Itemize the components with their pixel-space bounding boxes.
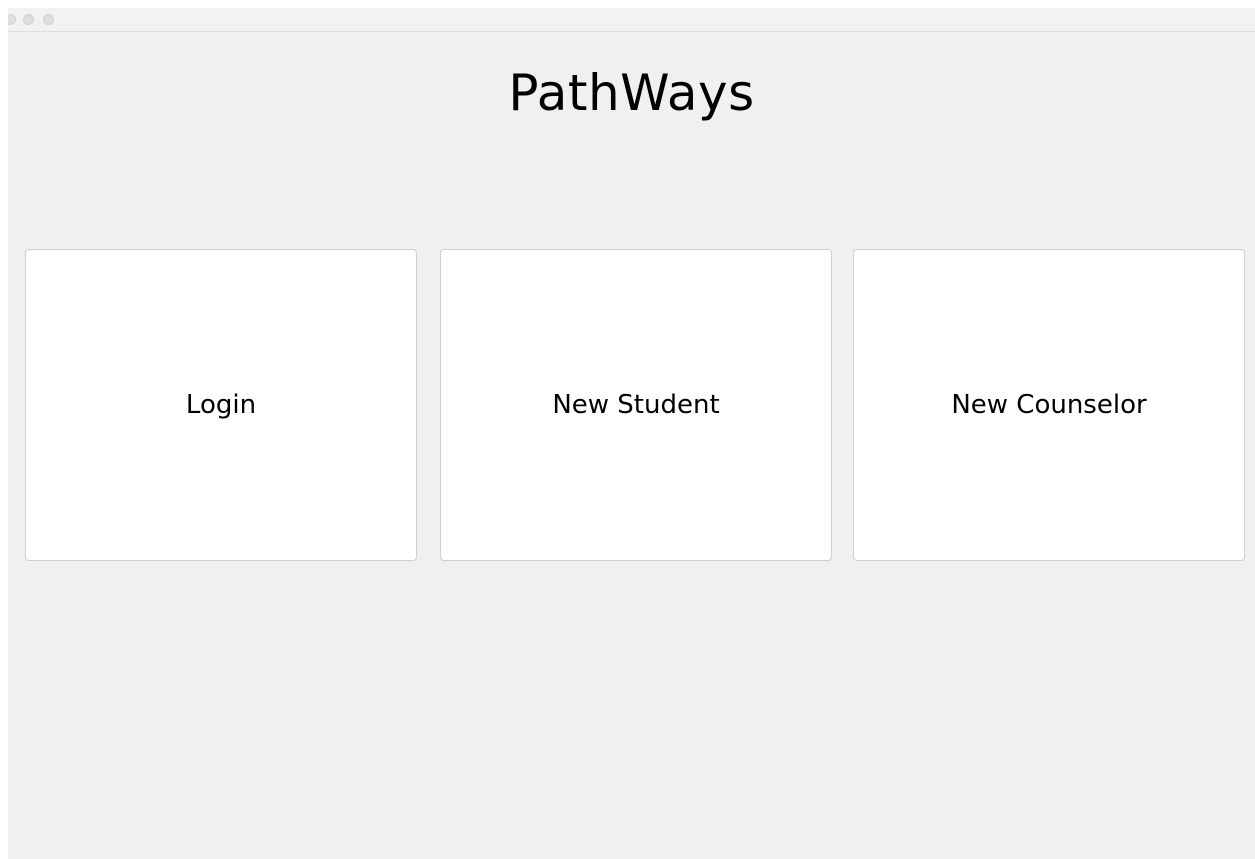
new-student-button[interactable]: New Student <box>440 249 832 561</box>
new-counselor-button-label: New Counselor <box>951 390 1147 420</box>
app-window: PathWays Login New Student New Counselor <box>8 8 1255 859</box>
login-button-label: Login <box>185 390 257 420</box>
window-close-button[interactable] <box>8 14 16 25</box>
window-maximize-button[interactable] <box>43 14 54 25</box>
window-minimize-button[interactable] <box>23 14 34 25</box>
app-title: PathWays <box>508 64 755 122</box>
login-button[interactable]: Login <box>25 249 417 561</box>
window-titlebar <box>8 8 1255 32</box>
new-student-button-label: New Student <box>552 390 720 420</box>
new-counselor-button[interactable]: New Counselor <box>853 249 1245 561</box>
